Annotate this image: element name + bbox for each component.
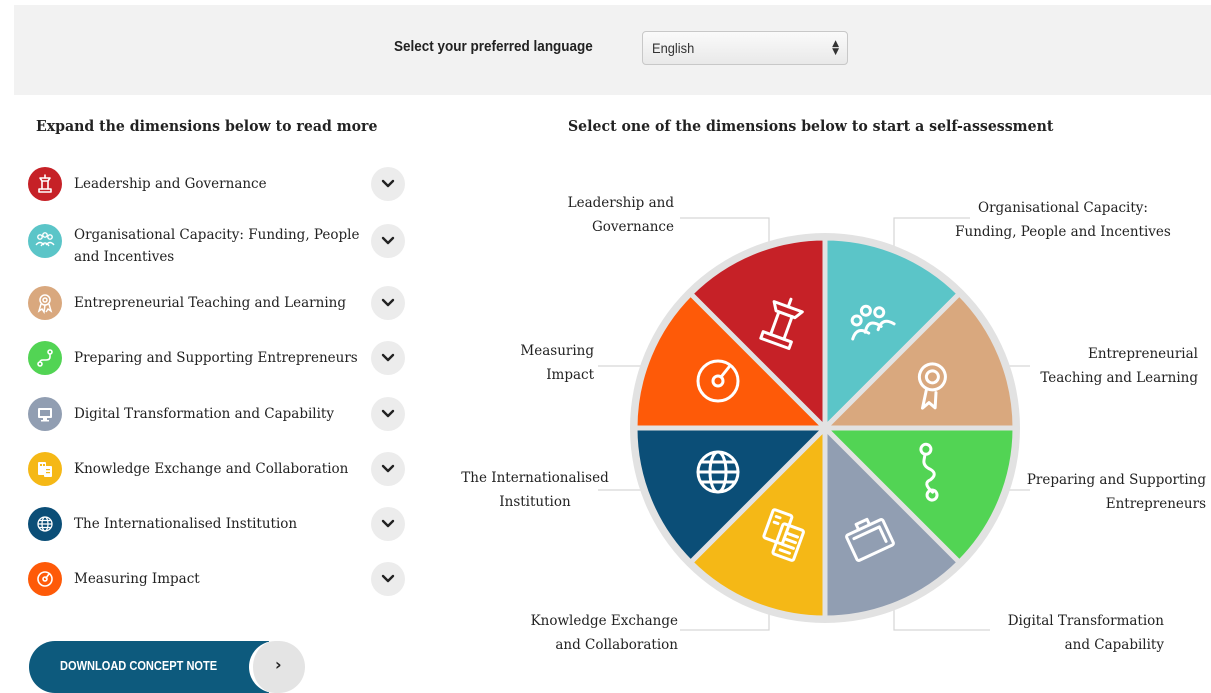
wheel-label-measuring-impact[interactable]: Measuring Impact — [510, 339, 594, 387]
label-line: Governance — [592, 219, 674, 235]
label-line: Digital Transformation — [1007, 613, 1164, 629]
wheel-label-knowledge-exchange[interactable]: Knowledge Exchange and Collaboration — [520, 609, 678, 657]
label-line: Knowledge Exchange — [530, 613, 678, 629]
label-line: Preparing and Supporting — [1026, 472, 1206, 488]
label-line: Organisational Capacity: — [978, 200, 1148, 216]
label-line: Funding, People and Incentives — [955, 224, 1171, 240]
wheel-label-teaching-learning[interactable]: Entrepreneurial Teaching and Learning — [1028, 342, 1198, 390]
label-line: Entrepreneurs — [1105, 496, 1206, 512]
label-line: Measuring — [520, 343, 594, 359]
label-line: Institution — [499, 494, 571, 510]
label-line: Teaching and Learning — [1040, 370, 1198, 386]
label-line: Entrepreneurial — [1087, 346, 1198, 362]
label-line: and Capability — [1064, 637, 1164, 653]
label-line: Impact — [546, 367, 594, 383]
wheel-label-digital-transformation[interactable]: Digital Transformation and Capability — [998, 609, 1164, 657]
wheel-label-organisational-capacity[interactable]: Organisational Capacity: Funding, People… — [953, 196, 1173, 244]
label-line: Leadership and — [567, 195, 674, 211]
label-line: and Collaboration — [555, 637, 678, 653]
wheel-label-internationalised[interactable]: The Internationalised Institution — [440, 466, 630, 514]
wheel-label-preparing-supporting[interactable]: Preparing and Supporting Entrepreneurs — [1024, 468, 1206, 516]
wheel-label-leadership[interactable]: Leadership and Governance — [566, 191, 674, 239]
label-line: The Internationalised — [461, 470, 609, 486]
